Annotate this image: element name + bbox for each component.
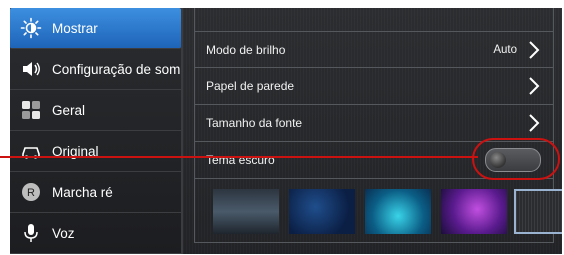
sidebar-item-marcha-re[interactable]: R Marcha ré bbox=[10, 172, 181, 213]
sidebar-item-geral[interactable]: Geral bbox=[10, 90, 181, 131]
wallpaper-thumb-purple-nebula[interactable] bbox=[441, 189, 507, 234]
sidebar-item-label: Mostrar bbox=[52, 20, 98, 36]
wallpaper-thumb-cyan-glow[interactable] bbox=[365, 189, 431, 234]
row-label: Papel de parede bbox=[206, 79, 295, 93]
grid-icon bbox=[20, 99, 42, 121]
annotation-pointer-line bbox=[0, 156, 478, 158]
row-papel-de-parede[interactable]: Papel de parede bbox=[195, 68, 553, 105]
wallpaper-thumb-brushed-metal[interactable] bbox=[514, 189, 562, 234]
settings-list: Modo de brilho Auto Papel de parede Tama… bbox=[194, 8, 562, 243]
chevron-right-icon[interactable] bbox=[527, 76, 541, 96]
microphone-icon bbox=[20, 222, 42, 244]
sidebar-item-mostrar[interactable]: Mostrar bbox=[10, 8, 181, 49]
settings-screen: Mostrar Configuração de som Geral Origin… bbox=[10, 8, 562, 254]
chevron-right-icon[interactable] bbox=[527, 113, 541, 133]
annotation-highlight-oval bbox=[472, 138, 560, 180]
row-tamanho-da-fonte[interactable]: Tamanho da fonte bbox=[195, 105, 553, 142]
sidebar-item-configuracao-de-som[interactable]: Configuração de som bbox=[10, 49, 181, 90]
chevron-right-icon[interactable] bbox=[527, 40, 541, 60]
sidebar-item-voz[interactable]: Voz bbox=[10, 213, 181, 254]
sidebar-item-label: Configuração de som bbox=[52, 61, 181, 77]
sidebar-item-label: Marcha ré bbox=[52, 184, 113, 200]
row-label: Modo de brilho bbox=[206, 42, 286, 57]
svg-text:R: R bbox=[27, 187, 35, 199]
speaker-icon bbox=[20, 58, 42, 80]
sidebar-item-original[interactable]: Original bbox=[10, 131, 181, 172]
wallpaper-thumb-deep-blue[interactable] bbox=[289, 189, 355, 234]
brightness-icon bbox=[20, 17, 42, 39]
reverse-r-icon: R bbox=[20, 181, 42, 203]
sidebar-item-label: Voz bbox=[52, 225, 75, 241]
wallpaper-thumb-dark-gradient[interactable] bbox=[213, 189, 279, 234]
row-label: Tamanho da fonte bbox=[206, 116, 303, 130]
display-settings-panel: Modo de brilho Auto Papel de parede Tama… bbox=[183, 8, 562, 254]
sidebar-item-label: Geral bbox=[52, 102, 86, 118]
row-modo-de-brilho[interactable]: Modo de brilho Auto bbox=[195, 31, 553, 68]
car-icon bbox=[20, 140, 42, 162]
brightness-mode-value: Auto bbox=[493, 43, 517, 56]
sidebar: Mostrar Configuração de som Geral Origin… bbox=[10, 8, 183, 254]
